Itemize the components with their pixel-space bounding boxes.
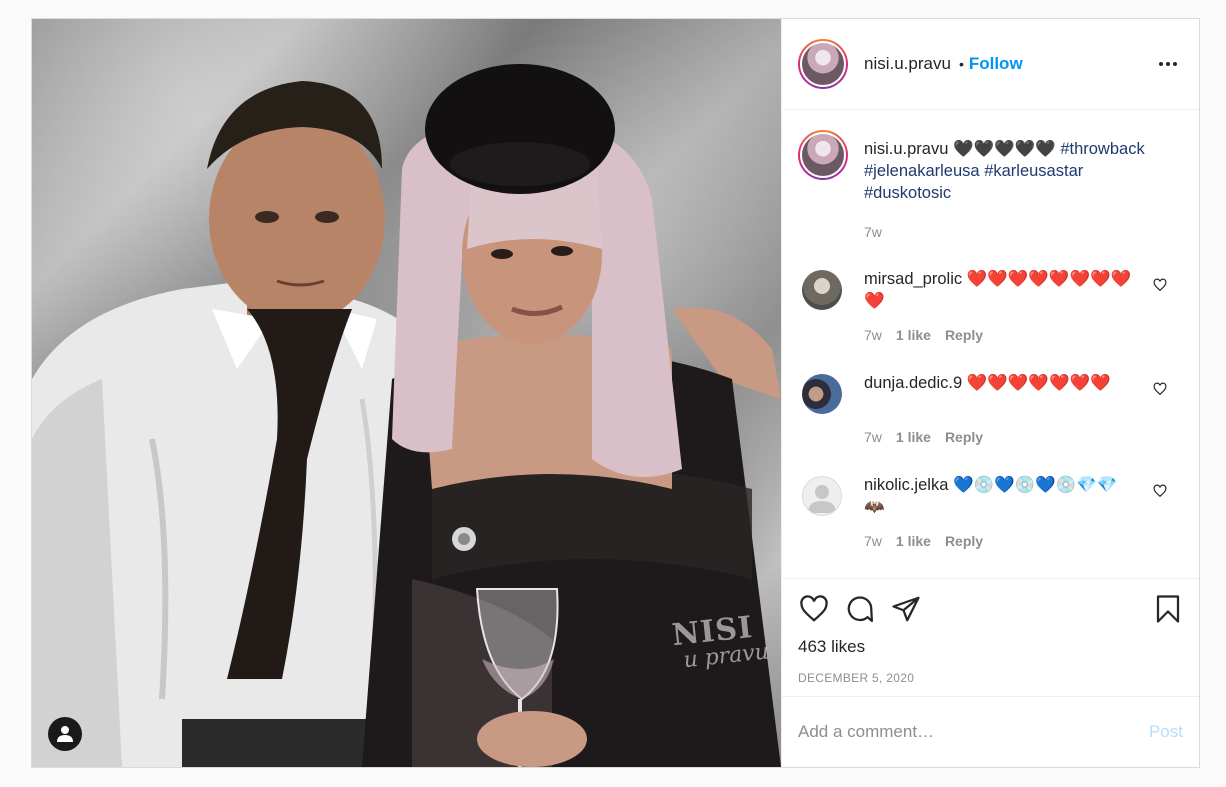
hashtag-link[interactable]: #jelenakarleusa (864, 162, 980, 180)
hashtag-link[interactable]: #duskotosic (864, 184, 951, 202)
comment-timestamp[interactable]: 7w (864, 533, 882, 549)
comment-text: dunja.dedic.9 ❤️❤️❤️❤️❤️❤️❤️ (864, 372, 1134, 414)
author-avatar[interactable] (798, 39, 848, 89)
comment-likes[interactable]: 1 like (896, 429, 931, 445)
commenter-avatar[interactable] (802, 270, 842, 310)
post-side-panel: nisi.u.pravu • Follow nisi.u.pravu 🖤🖤🖤🖤🖤… (781, 19, 1199, 767)
comment-content: ❤️❤️❤️❤️❤️❤️❤️ (966, 373, 1111, 392)
author-username[interactable]: nisi.u.pravu (864, 54, 951, 74)
comment-item: dunja.dedic.9 ❤️❤️❤️❤️❤️❤️❤️ (798, 372, 1183, 414)
caption-avatar[interactable] (798, 130, 848, 180)
caption-text: nisi.u.pravu 🖤🖤🖤🖤🖤 #throwback #jelenakar… (864, 138, 1164, 204)
default-avatar-icon (808, 485, 836, 513)
reply-button[interactable]: Reply (945, 429, 983, 445)
comment-text: mirsad_prolic ❤️❤️❤️❤️❤️❤️❤️❤️❤️ (864, 268, 1134, 312)
hashtag-link[interactable]: #karleusastar (984, 162, 1083, 180)
comment-timestamp[interactable]: 7w (864, 429, 882, 445)
comment-meta: 7w 1 like Reply (864, 533, 1183, 549)
comment-timestamp[interactable]: 7w (864, 327, 882, 343)
post-date[interactable]: DECEMBER 5, 2020 (798, 671, 1183, 685)
comment-likes[interactable]: 1 like (896, 533, 931, 549)
comment-icon[interactable] (844, 594, 876, 624)
commenter-avatar[interactable] (802, 476, 842, 516)
post-photo[interactable]: NISI u pravu (32, 19, 781, 767)
comment-item: nikolic.jelka 💙💿💙💿💙💿💎💎🦇 (798, 474, 1183, 518)
comment-like-heart-icon[interactable] (1153, 382, 1167, 396)
commenter-username[interactable]: mirsad_prolic (864, 270, 962, 288)
comment-input[interactable] (798, 722, 1149, 742)
likes-count[interactable]: 463 likes (798, 637, 1183, 657)
user-tag-button[interactable] (48, 717, 82, 751)
commenter-avatar[interactable] (802, 374, 842, 414)
photo-watermark: NISI u pravu (658, 610, 770, 675)
post-comment-button[interactable]: Post (1149, 722, 1183, 742)
header-separator: • (958, 56, 964, 72)
reply-button[interactable]: Reply (945, 327, 983, 343)
commenter-username[interactable]: dunja.dedic.9 (864, 374, 962, 392)
bookmark-icon[interactable] (1153, 593, 1183, 625)
heart-icon[interactable] (798, 594, 830, 624)
comment-item: mirsad_prolic ❤️❤️❤️❤️❤️❤️❤️❤️❤️ (798, 268, 1183, 312)
caption-timestamp[interactable]: 7w (864, 224, 1183, 240)
action-bar (798, 593, 1183, 625)
post-header: nisi.u.pravu • Follow (782, 19, 1199, 110)
comment-meta: 7w 1 like Reply (864, 327, 1183, 343)
add-comment-bar: Post (782, 696, 1199, 767)
comment-like-heart-icon[interactable] (1153, 484, 1167, 498)
comment-text: nikolic.jelka 💙💿💙💿💙💿💎💎🦇 (864, 474, 1134, 518)
post-caption: nisi.u.pravu 🖤🖤🖤🖤🖤 #throwback #jelenakar… (798, 130, 1183, 204)
follow-button[interactable]: Follow (969, 54, 1023, 74)
commenter-username[interactable]: nikolic.jelka (864, 476, 948, 494)
comment-meta: 7w 1 like Reply (864, 429, 1183, 445)
user-tag-icon (57, 726, 73, 742)
caption-hearts: 🖤🖤🖤🖤🖤 (952, 139, 1056, 158)
hashtag-link[interactable]: #throwback (1060, 140, 1144, 158)
caption-username[interactable]: nisi.u.pravu (864, 140, 948, 158)
more-options-icon[interactable] (1159, 62, 1177, 66)
post-actions: 463 likes DECEMBER 5, 2020 (782, 578, 1199, 696)
share-icon[interactable] (890, 594, 922, 624)
comment-likes[interactable]: 1 like (896, 327, 931, 343)
instagram-post: NISI u pravu nisi.u.pravu • Follow nisi.… (31, 18, 1200, 768)
comments-list[interactable]: nisi.u.pravu 🖤🖤🖤🖤🖤 #throwback #jelenakar… (782, 110, 1199, 578)
reply-button[interactable]: Reply (945, 533, 983, 549)
comment-like-heart-icon[interactable] (1153, 278, 1167, 292)
